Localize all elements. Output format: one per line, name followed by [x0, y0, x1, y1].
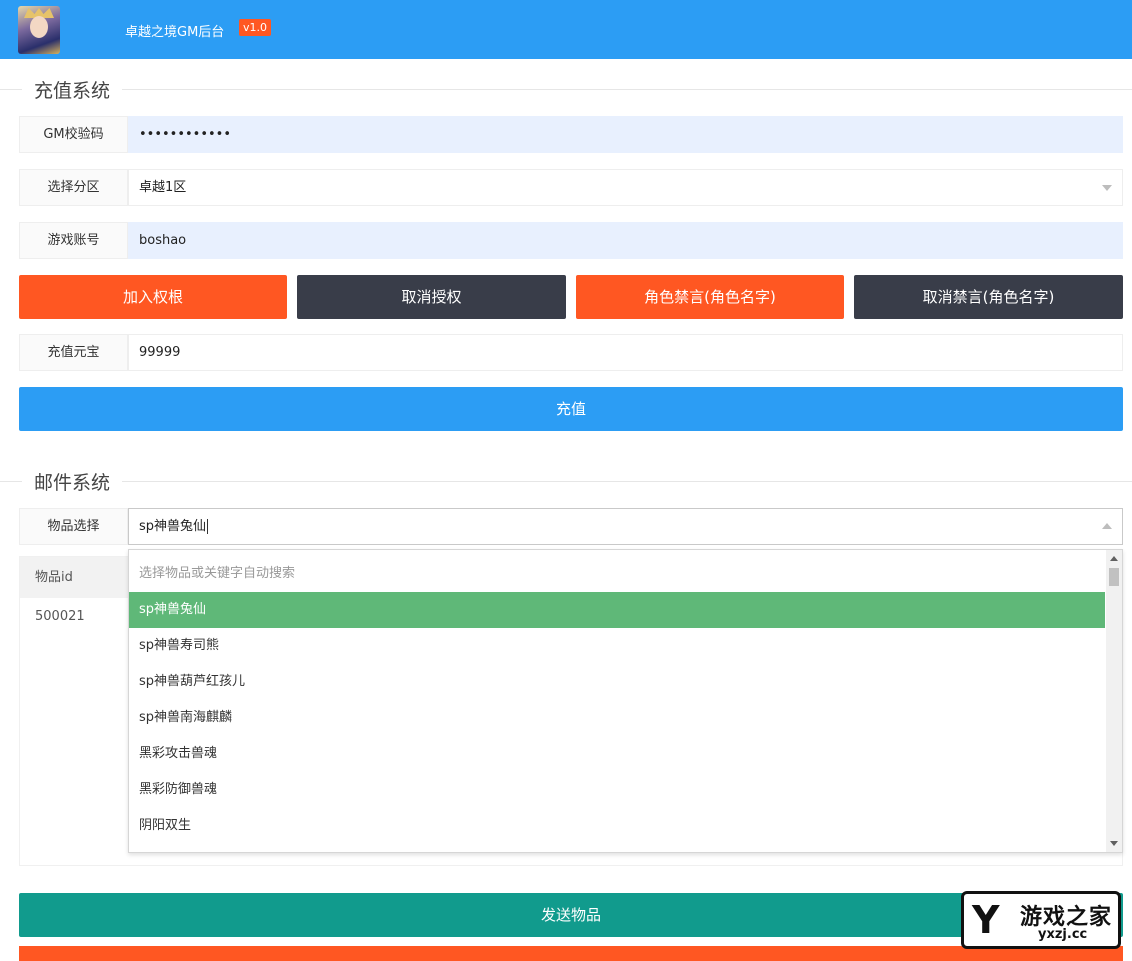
game-avatar-icon [18, 6, 60, 54]
item-id-header: 物品id [20, 557, 129, 598]
dropdown-scrollbar[interactable] [1106, 550, 1122, 852]
gm-code-input[interactable]: •••••••••••• [128, 116, 1123, 153]
bottom-orange-button-edge[interactable] [19, 946, 1123, 961]
gm-code-label: GM校验码 [19, 116, 128, 153]
account-input[interactable]: boshao [128, 222, 1123, 259]
add-permission-button[interactable]: 加入权根 [19, 275, 287, 319]
dropdown-option[interactable]: sp神兽兔仙 [129, 592, 1105, 628]
ingot-label: 充值元宝 [19, 334, 128, 371]
item-dropdown: 选择物品或关键字自动搜索 sp神兽兔仙 sp神兽寿司熊 sp神兽葫芦红孩儿 sp… [128, 549, 1123, 853]
zone-select[interactable]: 卓越1区 [128, 169, 1123, 206]
item-search-value: sp神兽兔仙 [139, 519, 207, 534]
top-header: 卓越之境GM后台 v1.0 [0, 0, 1132, 59]
ingot-row: 充值元宝 99999 [19, 334, 1123, 371]
scroll-up-arrow-icon[interactable] [1110, 556, 1118, 561]
mail-section-title: 邮件系统 [22, 468, 123, 495]
chevron-up-icon [1102, 523, 1112, 529]
item-id-cell: 500021 [35, 609, 85, 624]
dropdown-placeholder: 选择物品或关键字自动搜索 [139, 566, 296, 581]
send-item-button[interactable]: 发送物品 [19, 893, 1123, 937]
app-title: 卓越之境GM后台 [125, 25, 225, 40]
dropdown-option[interactable]: sp神兽寿司熊 [129, 628, 1105, 664]
section-divider [0, 481, 1132, 482]
item-search-input[interactable]: sp神兽兔仙 [128, 508, 1123, 545]
zone-label: 选择分区 [19, 169, 128, 206]
zone-select-value: 卓越1区 [139, 180, 187, 195]
revoke-permission-button[interactable]: 取消授权 [297, 275, 566, 319]
scroll-down-arrow-icon[interactable] [1110, 841, 1118, 846]
account-row: 游戏账号 boshao [19, 222, 1123, 259]
gm-code-row: GM校验码 •••••••••••• [19, 116, 1123, 153]
item-select-row: 物品选择 sp神兽兔仙 [19, 508, 1123, 545]
yx-logo-icon: Y [972, 898, 1000, 942]
dropdown-option[interactable]: 阴阳双生 [129, 808, 1105, 844]
mute-role-button[interactable]: 角色禁言(角色名字) [576, 275, 844, 319]
item-select-label: 物品选择 [19, 508, 128, 545]
chevron-down-icon [1102, 185, 1112, 191]
scroll-thumb[interactable] [1109, 568, 1119, 586]
dropdown-option[interactable]: sp神兽南海麒麟 [129, 700, 1105, 736]
ingot-input[interactable]: 99999 [128, 334, 1123, 371]
recharge-section-title: 充值系统 [22, 76, 123, 103]
unmute-role-button[interactable]: 取消禁言(角色名字) [854, 275, 1123, 319]
watermark-url: yxzj.cc [1038, 927, 1088, 942]
text-cursor [207, 519, 209, 534]
dropdown-option[interactable]: sp神兽葫芦红孩儿 [129, 664, 1105, 700]
watermark-logo: Y 游戏之家 yxzj.cc [961, 891, 1121, 949]
zone-row: 选择分区 卓越1区 [19, 169, 1123, 206]
dropdown-option[interactable]: 黑彩防御兽魂 [129, 772, 1105, 808]
dropdown-option[interactable]: 黑彩攻击兽魂 [129, 736, 1105, 772]
account-label: 游戏账号 [19, 222, 128, 259]
version-badge: v1.0 [239, 19, 272, 36]
section-divider [0, 89, 1132, 90]
recharge-button[interactable]: 充值 [19, 387, 1123, 431]
